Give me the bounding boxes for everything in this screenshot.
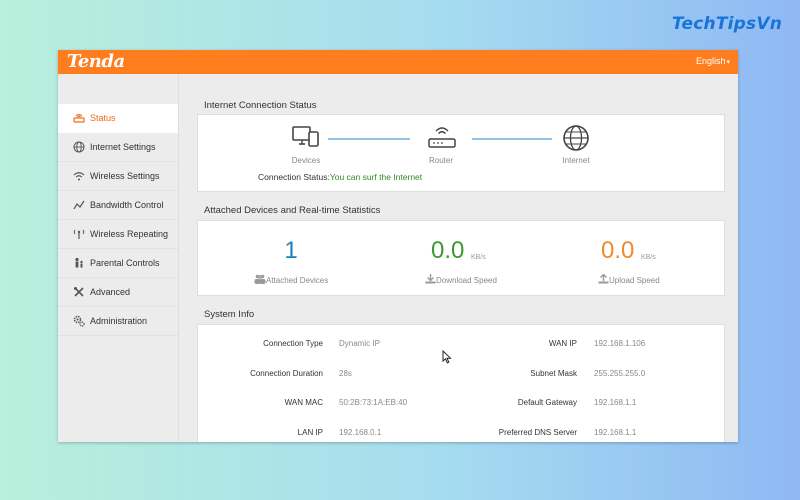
preferred-dns-label: Preferred DNS Server: [498, 428, 577, 437]
wan-mac-label: WAN MAC: [284, 398, 323, 407]
repeater-icon: [73, 228, 85, 240]
internet-label: Internet: [562, 156, 590, 165]
devices-label: Devices: [291, 156, 321, 165]
chevron-down-icon: ▾: [726, 59, 730, 66]
users-icon: [254, 274, 266, 286]
connection-status-text: Connection Status:You can surf the Inter…: [258, 172, 422, 182]
preferred-dns-value: 192.168.1.1: [594, 428, 637, 437]
sidebar-item-label: Advanced: [90, 287, 131, 297]
sidebar-item-bandwidth-control[interactable]: Bandwidth Control: [58, 191, 178, 220]
sidebar-item-internet-settings[interactable]: Internet Settings: [58, 133, 178, 162]
download-speed-value: 0.0: [431, 237, 465, 264]
connection-type-value: Dynamic IP: [339, 339, 380, 348]
stats-card: 1 Attached Devices 0.0 KB/s Download Spe…: [197, 220, 725, 296]
language-selector[interactable]: English▾: [696, 56, 730, 66]
connection-duration-value: 28s: [339, 369, 352, 378]
sidebar-item-administration[interactable]: Administration: [58, 307, 178, 336]
sidebar-item-label: Wireless Settings: [90, 171, 160, 181]
sidebar-item-wireless-settings[interactable]: Wireless Settings: [58, 162, 178, 191]
tools-icon: [73, 286, 85, 298]
header-bar: Tenda English▾: [58, 50, 738, 74]
wan-ip-label: WAN IP: [548, 339, 577, 348]
devices-router-link: [328, 138, 410, 140]
wifi-icon: [73, 170, 85, 182]
wan-mac-value: 50:2B:73:1A:EB:40: [339, 398, 408, 407]
upload-speed-unit: KB/s: [641, 254, 656, 261]
system-info-title: System Info: [204, 309, 255, 320]
tenda-logo: Tenda: [67, 51, 125, 72]
router-admin-window: Tenda English▾ Status Internet Settings …: [58, 50, 738, 442]
router-label: Router: [428, 156, 453, 165]
sidebar-item-label: Bandwidth Control: [90, 200, 164, 210]
download-speed-unit: KB/s: [471, 254, 486, 261]
sidebar-item-advanced[interactable]: Advanced: [58, 278, 178, 307]
upload-speed-value: 0.0: [601, 237, 635, 264]
default-gateway-value: 192.168.1.1: [594, 398, 637, 407]
sidebar-item-label: Administration: [90, 316, 148, 326]
upload-icon: [598, 273, 609, 286]
mouse-cursor-icon: [442, 349, 452, 369]
attached-devices-label: Attached Devices: [254, 274, 328, 286]
subnet-mask-value: 255.255.255.0: [594, 369, 646, 378]
sidebar-item-wireless-repeating[interactable]: Wireless Repeating: [58, 220, 178, 249]
connection-type-label: Connection Type: [263, 339, 323, 348]
lan-ip-label: LAN IP: [297, 428, 323, 437]
wan-ip-value: 192.168.1.106: [594, 339, 646, 348]
sidebar-item-label: Wireless Repeating: [90, 229, 169, 239]
devices-icon: [292, 125, 320, 154]
gears-icon: [73, 315, 85, 327]
techtipsvn-watermark: TechTipsVn: [671, 14, 782, 34]
internet-status-title: Internet Connection Status: [204, 100, 317, 111]
connection-status-prefix: Connection Status:: [258, 172, 330, 182]
system-info-card: Connection Type Dynamic IP Connection Du…: [197, 324, 725, 442]
internet-status-card: Devices Router Internet Connection Statu…: [197, 114, 725, 192]
sidebar-item-label: Status: [90, 113, 116, 123]
sidebar-item-parental-controls[interactable]: Parental Controls: [58, 249, 178, 278]
upload-speed-label: Upload Speed: [598, 273, 660, 286]
subnet-mask-label: Subnet Mask: [530, 369, 577, 378]
lan-ip-value: 192.168.0.1: [339, 428, 382, 437]
router-status-icon: [73, 112, 85, 124]
download-speed-label: Download Speed: [425, 274, 497, 286]
download-icon: [425, 274, 436, 286]
default-gateway-label: Default Gateway: [517, 398, 577, 407]
connection-duration-label: Connection Duration: [250, 369, 323, 378]
attached-devices-count[interactable]: 1: [276, 237, 306, 265]
globe-icon: [73, 141, 85, 153]
sidebar-item-status[interactable]: Status: [58, 104, 178, 133]
router-icon: [427, 125, 457, 156]
language-label: English: [695, 56, 726, 66]
globe-internet-icon: [562, 124, 590, 157]
stats-title: Attached Devices and Real-time Statistic…: [204, 205, 381, 216]
sidebar-item-label: Parental Controls: [90, 258, 160, 268]
sidebar: Status Internet Settings Wireless Settin…: [58, 74, 179, 442]
parental-icon: [73, 257, 85, 269]
router-internet-link: [472, 138, 552, 140]
connection-status-value: You can surf the Internet: [329, 172, 423, 182]
main-content: Internet Connection Status Devices Route…: [179, 74, 738, 442]
bandwidth-chart-icon: [73, 199, 85, 211]
sidebar-item-label: Internet Settings: [90, 142, 156, 152]
